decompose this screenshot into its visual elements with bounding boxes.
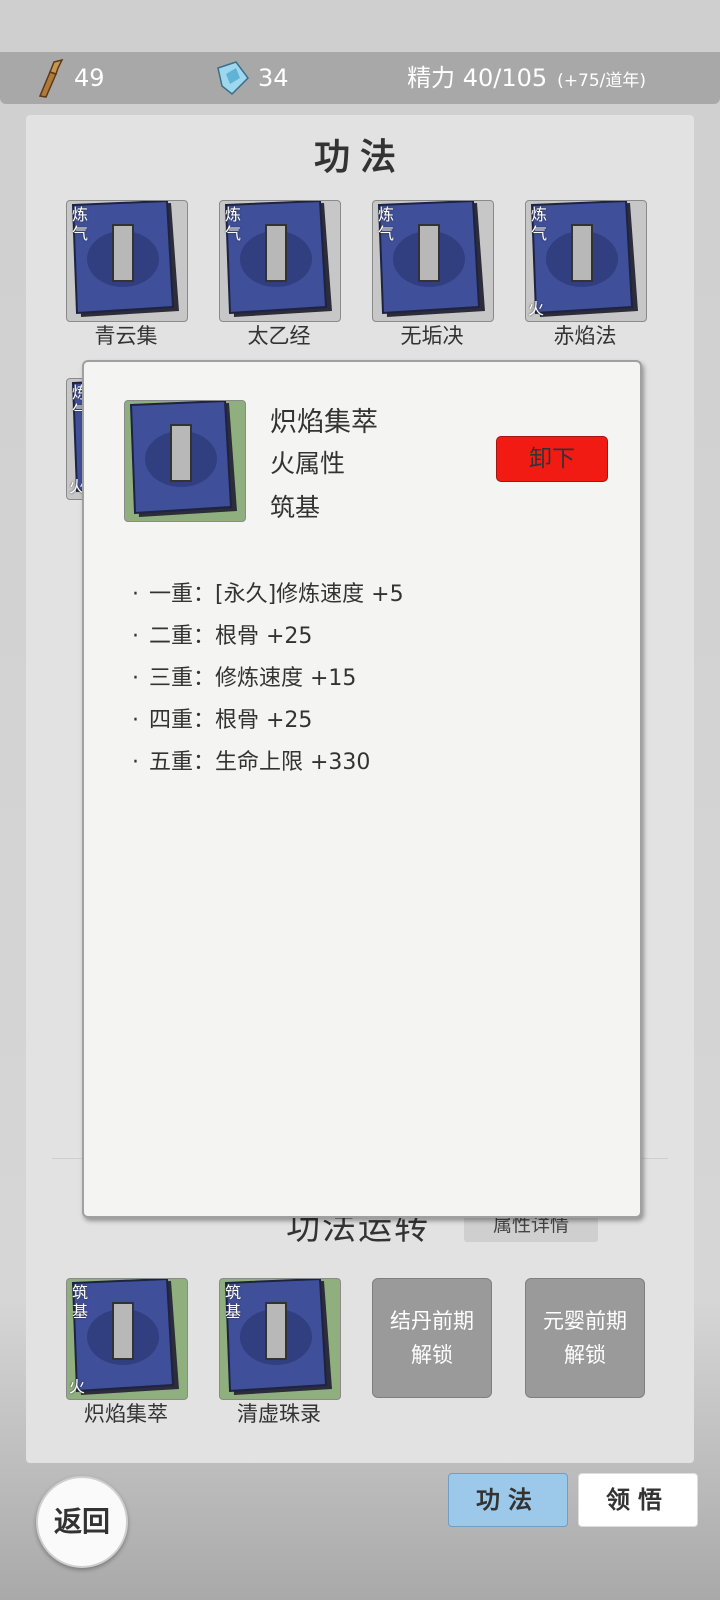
resource-bar: 49 34 精力 40/105 (+75/道年) (0, 52, 720, 104)
technique-rank: 筑基 (270, 493, 321, 522)
modal-book-image (124, 400, 246, 522)
realm-tag: 炼气 (377, 205, 394, 243)
element-tag: 火 (528, 299, 545, 318)
effect-item: · 一重：[永久]修炼速度 +5 (132, 582, 404, 607)
effect-item: · 二重：根骨 +25 (132, 624, 313, 649)
book-label: 青云集 (94, 324, 158, 348)
brush-count: 49 (74, 64, 105, 92)
element-tag: 火 (69, 1377, 86, 1396)
locked-slot-line1: 结丹前期 (390, 1309, 474, 1333)
crystal-resource: 34 (214, 52, 289, 104)
locked-slot-line2: 解锁 (411, 1343, 453, 1367)
effect-item: · 三重：修炼速度 +15 (132, 666, 357, 691)
book-label: 赤焰法 (553, 324, 617, 348)
book-item[interactable]: 炼气 (372, 200, 494, 322)
locked-slot[interactable]: 元婴前期 解锁 (525, 1278, 645, 1398)
equipped-slot[interactable]: 筑基 (219, 1278, 341, 1400)
brush-icon (38, 58, 64, 98)
realm-tag: 筑基 (224, 1283, 241, 1321)
back-button[interactable]: 返回 (36, 1476, 128, 1568)
tab-comprehension[interactable]: 领悟 (578, 1473, 698, 1527)
locked-slot[interactable]: 结丹前期 解锁 (372, 1278, 492, 1398)
effect-item: · 五重：生命上限 +330 (132, 750, 371, 775)
technique-detail-modal: 炽焰集萃 火属性 筑基 卸下 · 一重：[永久]修炼速度 +5 · 二重：根骨 +2… (82, 360, 642, 1218)
tab-techniques[interactable]: 功法 (448, 1473, 568, 1527)
slot-label: 清虚珠录 (237, 1402, 321, 1426)
book-label: 无垢决 (400, 324, 464, 348)
panel-title: 功法 (313, 136, 406, 178)
effect-item: · 四重：根骨 +25 (132, 708, 313, 733)
technique-attribute: 火属性 (270, 449, 346, 478)
realm-tag: 炼气 (530, 205, 547, 243)
locked-slot-line2: 解锁 (564, 1343, 606, 1367)
technique-name: 炽焰集萃 (270, 407, 378, 438)
crystal-count: 34 (258, 64, 289, 92)
brush-resource: 49 (36, 52, 105, 104)
book-item[interactable]: 炼气 火 (525, 200, 647, 322)
realm-tag: 筑基 (71, 1283, 88, 1321)
energy-display: 精力 40/105 (+75/道年) (407, 52, 646, 104)
book-label: 太乙经 (247, 324, 311, 348)
book-item[interactable]: 炼气 (219, 200, 341, 322)
book-icon (129, 401, 237, 517)
equipped-slot[interactable]: 筑基 火 (66, 1278, 188, 1400)
crystal-icon (217, 61, 249, 96)
book-item[interactable]: 炼气 (66, 200, 188, 322)
energy-rate: (+75/道年) (557, 71, 646, 91)
unequip-button[interactable]: 卸下 (496, 436, 608, 482)
slot-label: 炽焰集萃 (84, 1402, 168, 1426)
locked-slot-line1: 元婴前期 (543, 1309, 627, 1333)
realm-tag: 炼气 (71, 205, 88, 243)
realm-tag: 炼气 (224, 205, 241, 243)
energy-value: 精力 40/105 (407, 64, 548, 92)
effect-list: · 一重：[永久]修炼速度 +5 · 二重：根骨 +25 · 三重：修炼速度 +15 … (132, 574, 404, 784)
